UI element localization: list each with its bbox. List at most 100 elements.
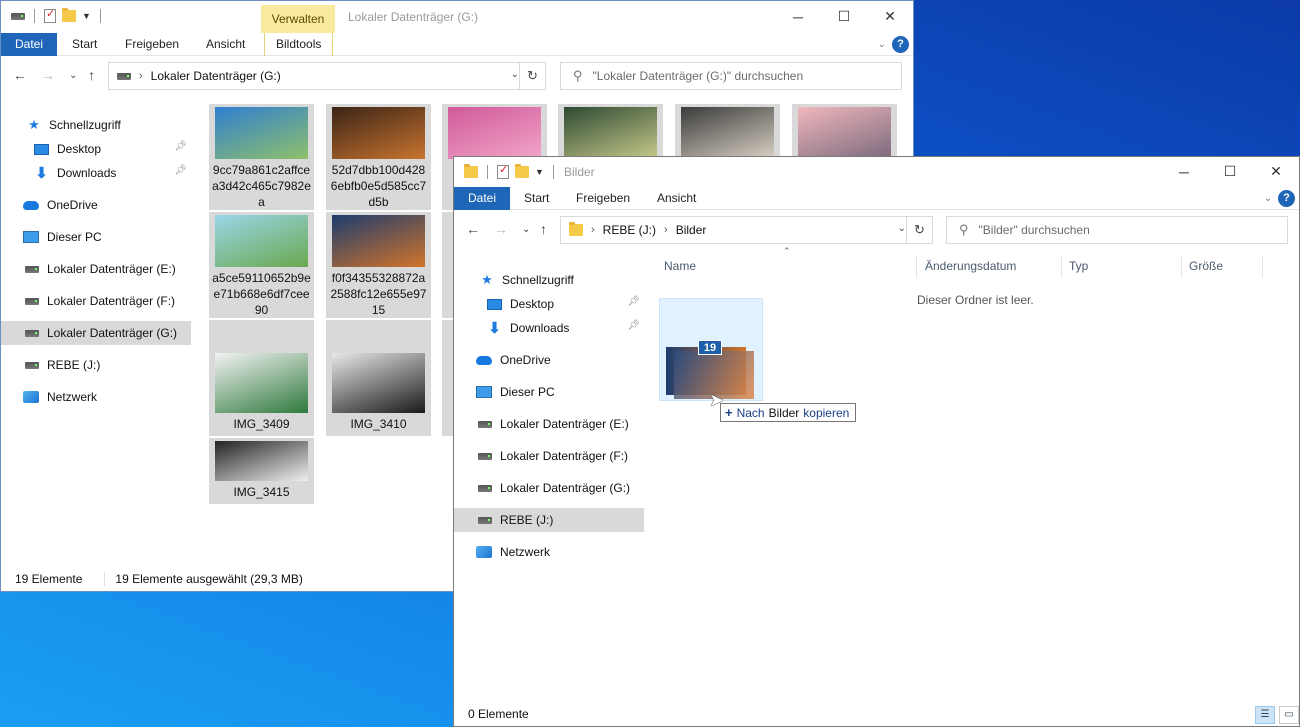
address-bar[interactable]: › Lokaler Datenträger (G:) ⌄ ↻ xyxy=(108,62,546,90)
drive-icon xyxy=(25,329,39,337)
up-arrow-icon[interactable]: ↑ xyxy=(540,221,547,237)
image-thumbnail xyxy=(215,107,308,159)
sidebar-item-label: Netzwerk xyxy=(47,390,98,404)
file-tile[interactable]: IMG_3410 xyxy=(326,320,431,436)
recent-dropdown-icon[interactable]: ⌄ xyxy=(522,224,530,235)
column-type[interactable]: Typ xyxy=(1069,259,1088,273)
recent-dropdown-icon[interactable]: ⌄ xyxy=(69,70,77,81)
chevron-down-icon[interactable]: ⌄ xyxy=(1264,193,1272,204)
sidebar-item-dieser-pc[interactable]: Dieser PC xyxy=(1,225,191,249)
chevron-down-icon[interactable]: ⌄ xyxy=(898,223,906,234)
image-thumbnail xyxy=(332,215,425,267)
breadcrumb-item[interactable]: Lokaler Datenträger (G:) xyxy=(151,69,281,83)
help-icon[interactable]: ? xyxy=(892,36,909,53)
new-folder-icon[interactable] xyxy=(62,8,76,22)
maximize-icon[interactable]: ☐ xyxy=(821,1,867,32)
sidebar-item-drive-e[interactable]: Lokaler Datenträger (E:) xyxy=(454,412,644,436)
sidebar-item-drive-e[interactable]: Lokaler Datenträger (E:) xyxy=(1,257,191,281)
chevron-down-icon[interactable]: ⌄ xyxy=(878,39,886,50)
forward-arrow-icon[interactable]: → xyxy=(494,221,508,237)
pin-icon[interactable]: 📌︎ xyxy=(174,165,187,176)
chevron-down-icon[interactable]: ⌄ xyxy=(511,69,519,80)
chevron-down-icon[interactable]: ▼ xyxy=(82,11,91,21)
sidebar-item-drive-g[interactable]: Lokaler Datenträger (G:) xyxy=(454,476,644,500)
column-name[interactable]: Name xyxy=(664,259,696,273)
drive-icon xyxy=(25,265,39,273)
column-size[interactable]: Größe xyxy=(1189,259,1223,273)
forward-arrow-icon[interactable]: → xyxy=(41,67,55,83)
sidebar-item-desktop[interactable]: Desktop 📌︎ xyxy=(1,137,191,161)
tab-ansicht[interactable]: Ansicht xyxy=(195,33,256,56)
sidebar-item-label: OneDrive xyxy=(500,353,551,367)
help-icon[interactable]: ? xyxy=(1278,190,1295,207)
address-bar[interactable]: › REBE (J:) › Bilder ⌄ ↻ xyxy=(560,216,933,244)
tab-datei[interactable]: Datei xyxy=(454,187,511,210)
sidebar-item-onedrive[interactable]: OneDrive xyxy=(1,193,191,217)
tab-freigeben[interactable]: Freigeben xyxy=(565,187,641,210)
file-tile[interactable]: f0f34355328872a2588fc12e655e9715 xyxy=(326,212,431,318)
close-icon[interactable]: ✕ xyxy=(1253,157,1299,186)
drag-count-badge: 19 xyxy=(698,340,722,355)
tab-datei[interactable]: Datei xyxy=(1,33,58,56)
tab-ansicht[interactable]: Ansicht xyxy=(646,187,707,210)
sidebar-item-rebe-j[interactable]: REBE (J:) xyxy=(454,508,644,532)
file-tile[interactable]: IMG_3415 xyxy=(209,438,314,504)
sidebar-item-label: Schnellzugriff xyxy=(49,118,121,132)
sidebar-item-netzwerk[interactable]: Netzwerk xyxy=(1,385,191,409)
empty-folder-message: Dieser Ordner ist leer. xyxy=(917,293,1034,307)
drive-icon xyxy=(11,12,25,20)
sidebar-item-onedrive[interactable]: OneDrive xyxy=(454,348,644,372)
file-tile[interactable]: 52d7dbb100d4286ebfb0e5d585cc7d5b xyxy=(326,104,431,210)
sidebar-item-label: Lokaler Datenträger (E:) xyxy=(500,417,629,431)
minimize-icon[interactable]: ─ xyxy=(1161,157,1207,186)
column-date[interactable]: Änderungsdatum xyxy=(925,259,1016,273)
sidebar-item-downloads[interactable]: ⬇ Downloads 📌︎ xyxy=(454,316,644,340)
details-view-icon[interactable]: ☰ xyxy=(1255,706,1275,724)
image-thumbnail xyxy=(215,353,308,413)
folder-icon xyxy=(464,164,478,178)
drag-tooltip: + Nach Bilder kopieren xyxy=(720,403,857,422)
sidebar-item-drive-f[interactable]: Lokaler Datenträger (F:) xyxy=(454,444,644,468)
sort-arrow-icon: ⌃ xyxy=(783,246,791,256)
tab-freigeben[interactable]: Freigeben xyxy=(114,33,190,56)
new-folder-icon[interactable] xyxy=(515,164,529,178)
sidebar-item-drive-f[interactable]: Lokaler Datenträger (F:) xyxy=(1,289,191,313)
breadcrumb-item[interactable]: Bilder xyxy=(676,223,707,237)
quick-access-toolbar: ▼ xyxy=(11,7,104,23)
close-icon[interactable]: ✕ xyxy=(867,1,913,32)
sidebar-item-schnellzugriff[interactable]: ★ Schnellzugriff xyxy=(1,113,191,137)
tab-start[interactable]: Start xyxy=(61,33,108,56)
properties-icon[interactable] xyxy=(497,163,509,179)
file-tile[interactable]: a5ce59110652b9ee71b668e6df7cee90 xyxy=(209,212,314,318)
tab-bildtools[interactable]: Bildtools xyxy=(264,33,334,56)
sidebar-item-desktop[interactable]: Desktop 📌︎ xyxy=(454,292,644,316)
back-arrow-icon[interactable]: ← xyxy=(466,221,480,237)
pin-icon[interactable]: 📌︎ xyxy=(174,141,187,152)
sidebar-item-drive-g[interactable]: Lokaler Datenträger (G:) xyxy=(1,321,191,345)
chevron-down-icon[interactable]: ▼ xyxy=(535,167,544,177)
large-icons-view-icon[interactable]: ▭ xyxy=(1279,706,1299,724)
verwalten-context-tab[interactable]: Verwalten xyxy=(261,5,335,33)
maximize-icon[interactable]: ☐ xyxy=(1207,157,1253,186)
sidebar-item-downloads[interactable]: ⬇ Downloads 📌︎ xyxy=(1,161,191,185)
sidebar-item-dieser-pc[interactable]: Dieser PC xyxy=(454,380,644,404)
pin-icon[interactable]: 📌︎ xyxy=(627,296,640,307)
search-input[interactable]: ⚲ "Lokaler Datenträger (G:)" durchsuchen xyxy=(560,62,902,90)
minimize-icon[interactable]: ─ xyxy=(775,1,821,32)
file-tile[interactable]: 9cc79a861c2affcea3d42c465c7982ea xyxy=(209,104,314,210)
back-arrow-icon[interactable]: ← xyxy=(13,67,27,83)
pin-icon[interactable]: 📌︎ xyxy=(627,320,640,331)
file-tile[interactable]: IMG_3409 xyxy=(209,320,314,436)
up-arrow-icon[interactable]: ↑ xyxy=(88,67,95,83)
refresh-icon[interactable]: ↻ xyxy=(519,63,545,89)
sidebar-item-label: Lokaler Datenträger (G:) xyxy=(47,326,178,340)
sidebar-item-schnellzugriff[interactable]: ★ Schnellzugriff xyxy=(454,268,644,292)
properties-icon[interactable] xyxy=(44,7,56,23)
search-input[interactable]: ⚲ "Bilder" durchsuchen xyxy=(946,216,1288,244)
sidebar-item-rebe-j[interactable]: REBE (J:) xyxy=(1,353,191,377)
sidebar-item-netzwerk[interactable]: Netzwerk xyxy=(454,540,644,564)
drive-icon xyxy=(478,420,492,428)
refresh-icon[interactable]: ↻ xyxy=(906,217,932,243)
breadcrumb-item[interactable]: REBE (J:) xyxy=(603,223,656,237)
tab-start[interactable]: Start xyxy=(513,187,560,210)
